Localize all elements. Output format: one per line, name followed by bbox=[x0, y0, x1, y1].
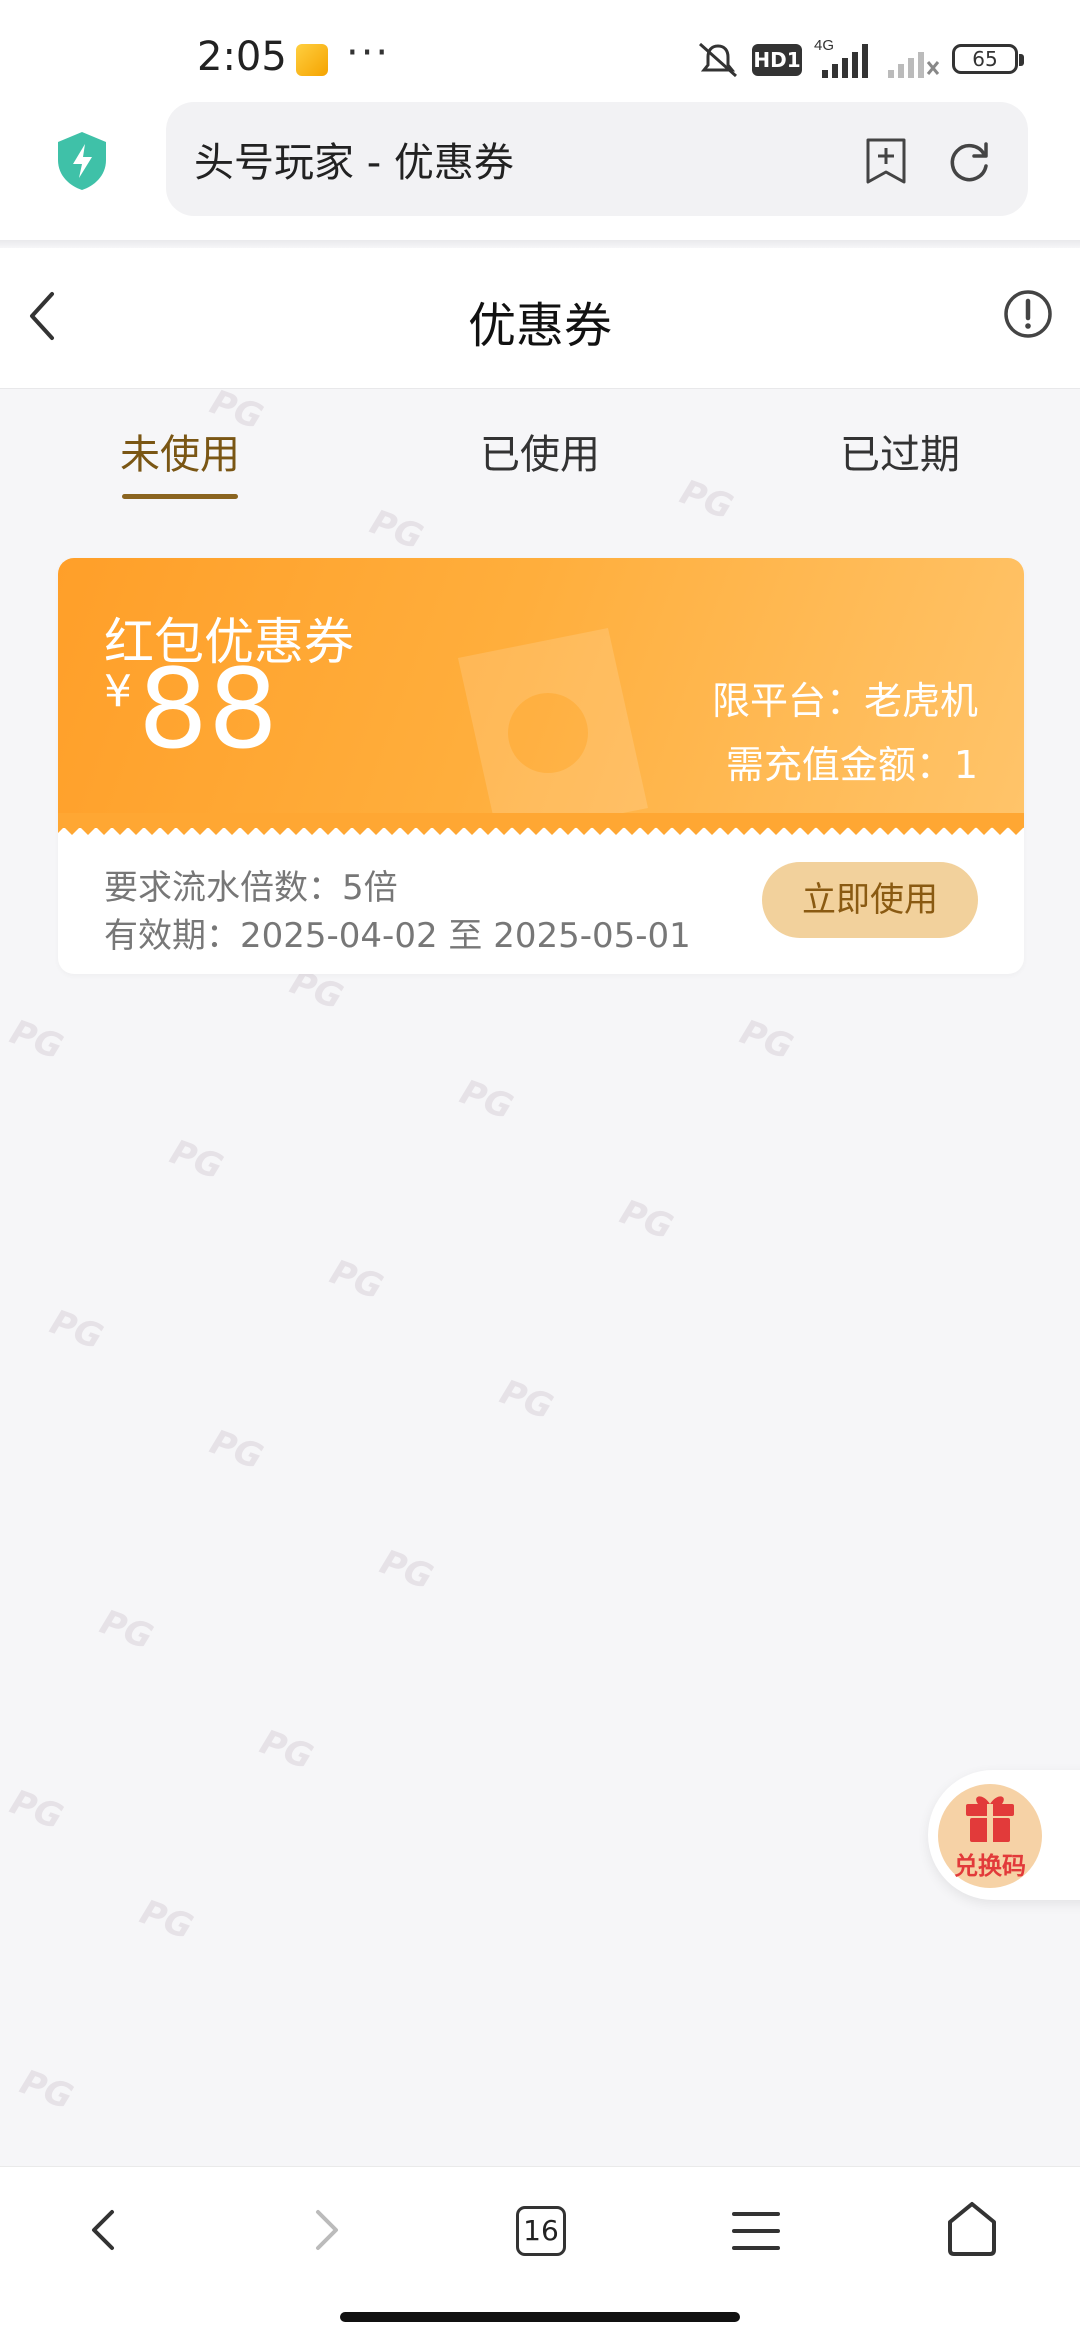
watermark-text: PG bbox=[134, 1892, 199, 1948]
refresh-icon[interactable] bbox=[944, 136, 994, 186]
watermark-text: PG bbox=[94, 1602, 159, 1658]
toolbar-shadow bbox=[0, 240, 1080, 248]
watermark-text: PG bbox=[454, 1072, 519, 1128]
watermark-text: PG bbox=[164, 1132, 229, 1188]
tab-used[interactable]: 已使用 bbox=[440, 422, 640, 480]
battery-icon: 65 bbox=[952, 44, 1024, 74]
watermark-text: PG bbox=[4, 1782, 69, 1838]
watermark-text: PG bbox=[254, 1722, 319, 1778]
watermark-text: PG bbox=[494, 1372, 559, 1428]
signal-4g-icon: 4G bbox=[814, 37, 868, 78]
use-now-button[interactable]: 立即使用 bbox=[762, 862, 978, 938]
watermark-text: PG bbox=[4, 1012, 69, 1068]
vibrate-mute-icon bbox=[699, 42, 737, 78]
watermark-text: PG bbox=[204, 1422, 269, 1478]
watermark-text: PG bbox=[374, 1542, 439, 1598]
active-tab-indicator bbox=[122, 494, 238, 499]
validity-period: 有效期：2025-04-02 至 2025-05-01 bbox=[104, 916, 691, 956]
add-bookmark-icon[interactable] bbox=[864, 136, 908, 186]
watermark-text: PG bbox=[734, 1012, 799, 1068]
security-shield-icon[interactable] bbox=[54, 130, 110, 192]
tabs-count-button[interactable]: 16 bbox=[516, 2206, 566, 2256]
status-time: 2:05 bbox=[197, 34, 287, 80]
nav-back-icon[interactable] bbox=[84, 2200, 124, 2260]
watermark-text: PG bbox=[364, 502, 429, 558]
watermark-text: PG bbox=[614, 1192, 679, 1248]
home-indicator[interactable] bbox=[340, 2312, 740, 2322]
home-icon[interactable] bbox=[946, 2200, 998, 2258]
watermark-text: PG bbox=[324, 1252, 389, 1308]
gift-icon bbox=[966, 1796, 1014, 1842]
notification-app-icon bbox=[296, 44, 328, 76]
tab-expired[interactable]: 已过期 bbox=[800, 422, 1000, 480]
nav-forward-icon[interactable] bbox=[306, 2200, 346, 2260]
info-icon[interactable] bbox=[1002, 288, 1054, 340]
signal-sim2-icon bbox=[888, 52, 940, 78]
recharge-requirement: 需充值金额：1 bbox=[725, 743, 978, 787]
address-bar-title[interactable]: 头号玩家 - 优惠券 bbox=[194, 130, 514, 188]
coupon-amount: 88 bbox=[138, 645, 278, 773]
coupon-zigzag-edge bbox=[58, 813, 1024, 835]
network-type-label: 4G bbox=[814, 37, 834, 54]
watermark-text: PG bbox=[44, 1302, 109, 1358]
hd-badge: HD1 bbox=[752, 44, 802, 76]
watermark-text: PG bbox=[674, 472, 739, 528]
tab-unused[interactable]: 未使用 bbox=[80, 422, 280, 480]
currency-symbol: ¥ bbox=[104, 666, 132, 717]
platform-restriction: 限平台：老虎机 bbox=[711, 679, 978, 723]
more-notifications-icon: ··· bbox=[346, 30, 391, 76]
coupon-card: 红包优惠券 ¥ 88 限平台：老虎机 需充值金额：1 要求流水倍数：5倍 有效期… bbox=[58, 558, 1024, 974]
page-title: 优惠券 bbox=[467, 298, 612, 354]
redeem-code-label: 兑换码 bbox=[954, 1852, 1026, 1880]
watermark-text: PG bbox=[14, 2062, 79, 2118]
menu-icon[interactable] bbox=[732, 2208, 780, 2254]
turnover-requirement: 要求流水倍数：5倍 bbox=[104, 868, 398, 908]
